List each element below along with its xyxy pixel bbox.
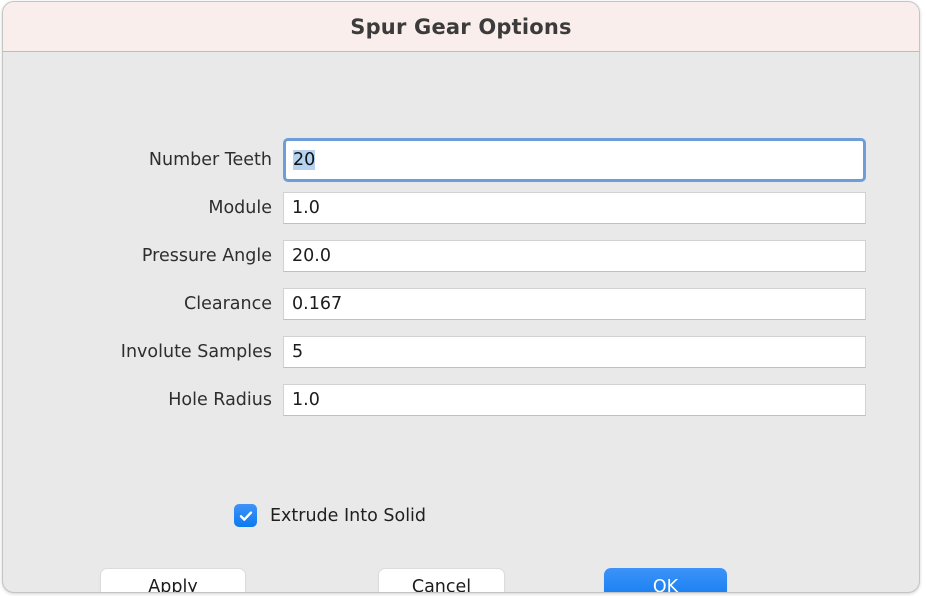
label-involute-samples: Involute Samples [120,342,272,362]
input-module-value: 1.0 [292,198,320,218]
extrude-into-solid-label: Extrude Into Solid [270,505,427,526]
input-hole-radius-value: 1.0 [292,390,320,410]
dialog-title: Spur Gear Options [350,14,572,39]
input-hole-radius[interactable]: 1.0 [283,384,866,416]
input-involute-samples-value: 5 [292,342,304,362]
form-row-clearance: Clearance 0.167 [3,280,919,328]
form-row-hole-radius: Hole Radius 1.0 [3,376,919,424]
input-involute-samples[interactable]: 5 [283,336,866,368]
label-hole-radius: Hole Radius [168,390,272,410]
input-number-teeth[interactable]: 20 [283,138,866,182]
dialog-titlebar: Spur Gear Options [3,2,919,52]
form-row-involute-samples: Involute Samples 5 [3,328,919,376]
ok-button[interactable]: OK [604,568,727,592]
extrude-into-solid-row[interactable]: Extrude Into Solid [234,504,426,527]
options-form: Number Teeth 20 Module 1.0 Pressure Angl… [3,136,919,424]
label-clearance: Clearance [184,294,272,314]
extrude-into-solid-checkbox[interactable] [234,504,257,527]
input-clearance-value: 0.167 [292,294,343,314]
dialog-button-row: Apply Cancel OK [3,568,919,592]
label-number-teeth: Number Teeth [148,150,272,170]
form-row-module: Module 1.0 [3,184,919,232]
apply-button[interactable]: Apply [100,568,246,592]
label-module: Module [208,198,272,218]
input-pressure-angle[interactable]: 20.0 [283,240,866,272]
dialog-body: Number Teeth 20 Module 1.0 Pressure Angl… [3,52,919,592]
form-row-number-teeth: Number Teeth 20 [3,136,919,184]
spur-gear-options-dialog: Spur Gear Options Number Teeth 20 Module… [2,1,920,593]
cancel-button[interactable]: Cancel [378,568,505,592]
input-clearance[interactable]: 0.167 [283,288,866,320]
input-module[interactable]: 1.0 [283,192,866,224]
input-pressure-angle-value: 20.0 [292,246,331,266]
input-number-teeth-value: 20 [293,150,316,170]
form-row-pressure-angle: Pressure Angle 20.0 [3,232,919,280]
label-pressure-angle: Pressure Angle [141,246,272,266]
checkmark-icon [238,508,254,524]
